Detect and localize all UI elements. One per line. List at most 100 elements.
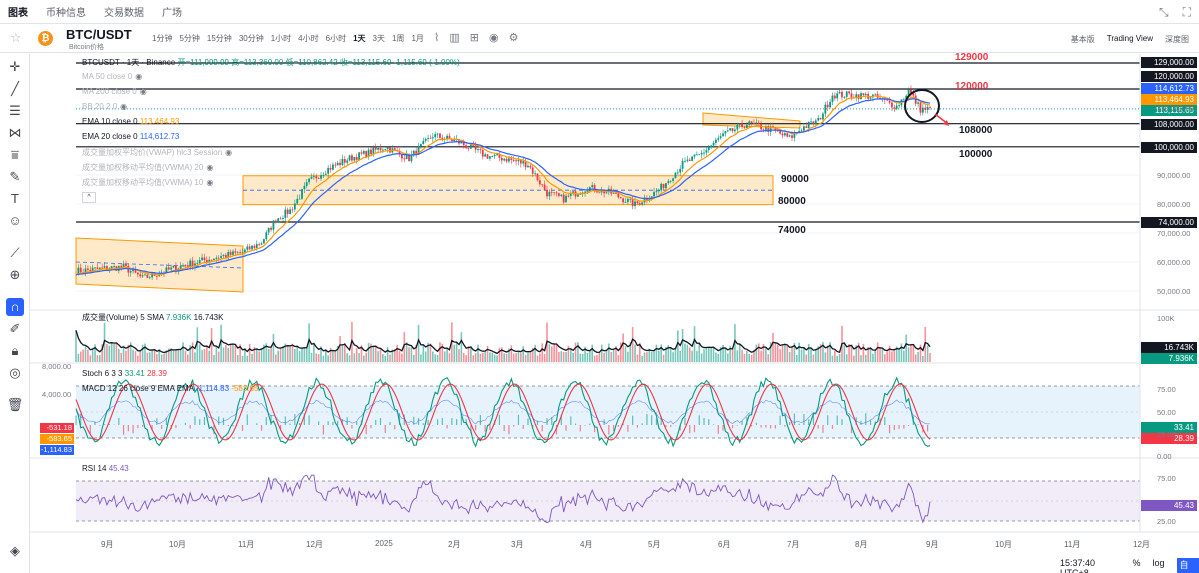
volume-bar (598, 352, 601, 362)
candle-body (286, 209, 289, 214)
macd-hist-bar (712, 424, 715, 425)
candle-body (641, 202, 644, 205)
candle-body (893, 107, 896, 109)
candle-body (317, 178, 320, 180)
candle-body (270, 227, 272, 230)
macd-hist-bar (118, 417, 120, 425)
candle-body (598, 192, 601, 194)
volume-bar (363, 355, 365, 362)
volume-bar (187, 354, 189, 362)
volume-bar (446, 347, 448, 362)
volume-bar (489, 352, 491, 362)
annotation-74000: 74000 (778, 225, 806, 236)
volume-bar (486, 345, 489, 362)
legend-collapse-button[interactable]: ^ (82, 192, 96, 203)
volume-bar (603, 352, 605, 362)
volume-bar (572, 352, 574, 362)
candle-body (857, 94, 860, 100)
candle-body (555, 192, 558, 194)
candle-body (807, 121, 810, 128)
zone-lower-channel (75, 237, 244, 293)
candle-body (584, 191, 586, 193)
volume-bar (534, 344, 536, 362)
candle-body (781, 133, 784, 136)
eye-icon[interactable]: ◉ (120, 102, 127, 111)
macd-hist-bar (256, 423, 258, 425)
candle-body (324, 173, 327, 175)
volume-bar (122, 345, 125, 362)
eye-icon[interactable]: ◉ (206, 178, 213, 187)
eye-icon[interactable]: ◉ (135, 72, 142, 81)
volume-bar (608, 343, 610, 362)
legend-rsi: RSI 14 45.43 (82, 464, 129, 473)
candle-body (279, 218, 282, 220)
volume-bar (148, 352, 151, 362)
macd-hist-bar (422, 423, 424, 425)
candle-body (274, 220, 277, 223)
percent-toggle[interactable]: % (1133, 558, 1141, 573)
volume-bar (175, 349, 177, 362)
candle-body (681, 160, 684, 169)
candle-body (546, 190, 548, 197)
volume-bar (845, 354, 848, 362)
volume-bar (401, 353, 403, 362)
volume-bar (365, 352, 368, 362)
time-label-dec: 12月 (306, 540, 323, 549)
candle-body (489, 156, 491, 159)
macd-hist-bar (646, 414, 648, 425)
candle-body (320, 175, 322, 179)
macd-hist-bar (75, 415, 77, 425)
candle-body (184, 265, 187, 267)
candle-body (305, 182, 308, 186)
candle-body (263, 239, 265, 244)
candle-body (120, 265, 123, 268)
volume-bar (89, 355, 92, 362)
candle-body (686, 159, 689, 161)
candle-body (779, 131, 782, 134)
volume-bar (141, 344, 144, 362)
legend-vwap: 成交量加权平均价(VWAP) hlc3 Session ◉ (82, 148, 233, 157)
candle-body (695, 154, 698, 156)
candle-body (619, 197, 622, 199)
volume-bar (917, 351, 919, 362)
candle-body (567, 195, 570, 197)
volume-bar (922, 355, 924, 362)
candle-body (917, 102, 920, 104)
eye-icon[interactable]: ◉ (225, 148, 232, 157)
candle-body (838, 91, 841, 94)
eye-icon[interactable]: ◉ (206, 163, 213, 172)
candle-body (241, 252, 244, 254)
osc-axis-50: 50.00 (1157, 408, 1176, 417)
volume-bar (386, 347, 389, 362)
candle-body (167, 267, 170, 270)
candle-body (98, 267, 101, 269)
legend-volume: 成交量(Volume) 5 SMA 7.936K 16.743K (82, 313, 224, 322)
bottom-status-bar: 15:37:40 UTC+8 % log 自动 (1060, 558, 1199, 573)
volume-bar (600, 344, 603, 362)
candle-body (267, 227, 270, 233)
volume-bar (408, 347, 410, 362)
volume-bar (125, 350, 127, 362)
candle-body (845, 91, 848, 97)
auto-scale-toggle[interactable]: 自动 (1176, 558, 1199, 573)
candle-body (926, 106, 929, 110)
volume-bar (460, 332, 463, 362)
eye-icon[interactable]: ◉ (140, 87, 147, 96)
volume-bar (277, 350, 280, 362)
candle-body (810, 121, 812, 123)
volume-bar (310, 353, 313, 362)
volume-bar (815, 348, 817, 362)
volume-bar (876, 342, 879, 362)
price-chart[interactable] (0, 0, 1199, 573)
candle-body (814, 120, 817, 125)
volume-bar (781, 343, 784, 362)
candle-body (822, 113, 824, 120)
log-toggle[interactable]: log (1153, 558, 1165, 573)
macd-hist-bar (389, 422, 391, 425)
macd-hist-bar (232, 425, 234, 427)
annotation-129000: 129000 (955, 52, 989, 63)
candle-body (755, 122, 758, 124)
candle-body (700, 152, 703, 155)
candle-body (315, 176, 318, 179)
candle-body (265, 232, 268, 240)
